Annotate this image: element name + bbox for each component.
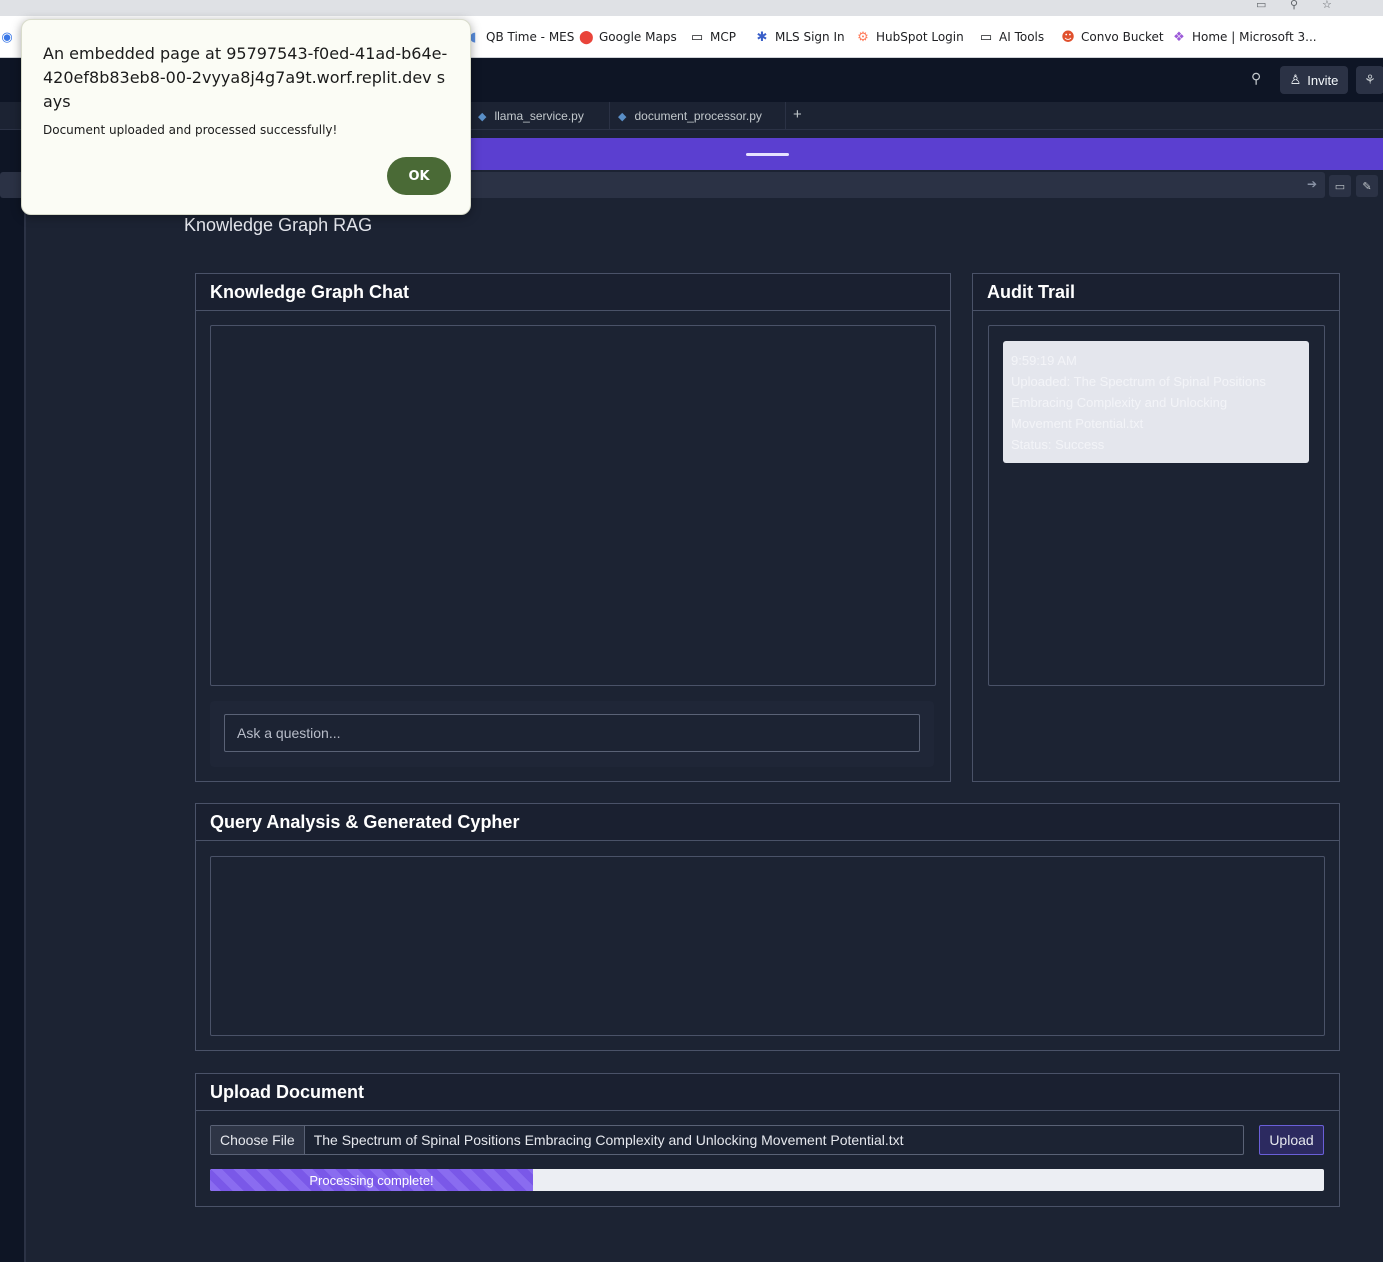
audit-time: 9:59:19 AM [1011,353,1077,368]
devtools-icon[interactable]: ✎ [1356,175,1378,197]
dialog-title: An embedded page at 95797543-f0ed-41ad-b… [43,44,448,111]
device-icon[interactable]: ▭ [1329,175,1351,197]
python-icon: ◆ [618,110,627,123]
query-panel: Query Analysis & Generated Cypher [195,803,1340,1051]
upload-panel-heading: Upload Document [196,1074,1339,1111]
new-tab-button[interactable]: + [793,106,802,123]
audit-panel-heading: Audit Trail [973,274,1339,311]
tab-document-processor[interactable]: ◆ document_processor.py [610,102,786,130]
ok-button[interactable]: OK [387,157,451,195]
file-input[interactable]: Choose File The Spectrum of Spinal Posit… [210,1125,1244,1155]
selected-file-name: The Spectrum of Spinal Positions Embraci… [313,1132,904,1148]
zoom-icon[interactable]: ⚲ [1290,0,1304,11]
audit-entry: 9:59:19 AM Uploaded: The Spectrum of Spi… [1003,341,1309,463]
monitor-icon[interactable]: ▭ [1256,0,1270,11]
browser-toolbar: ▭ ⚲ ☆ [0,0,1383,16]
bookmark-hubspot[interactable]: ⚙ HubSpot Login [856,28,964,46]
python-icon: ◆ [478,110,487,123]
bookmark-qb-time[interactable]: ◖ QB Time - MES [466,28,575,46]
app-title: Knowledge Graph RAG [184,215,373,235]
progress-bar: Processing complete! [210,1169,1324,1191]
upload-panel: Upload Document Choose File The Spectrum… [195,1073,1340,1207]
folder-icon: ▭ [979,29,993,45]
question-input[interactable] [224,714,920,752]
bookmark-mls-sign-in[interactable]: ✱ MLS Sign In [755,28,845,46]
bookmark-mcp[interactable]: ▭ MCP [690,28,736,46]
bookmark-icon: ◉ [1,29,13,45]
search-icon[interactable]: ⚲ [1251,70,1261,87]
audit-uploaded-line: Embracing Complexity and Unlocking [1011,395,1228,410]
cypher-output[interactable] [210,856,1325,1036]
drag-handle[interactable] [746,153,789,156]
bookmark-convo-bucket[interactable]: ☻ Convo Bucket [1061,28,1163,46]
dialog-message: Document uploaded and processed successf… [43,123,338,137]
microsoft-icon: ❖ [1173,29,1185,45]
bookmark-microsoft[interactable]: ❖ Home | Microsoft 3... [1172,28,1316,46]
audit-status: Status: Success [1011,437,1105,452]
chat-panel-heading: Knowledge Graph Chat [196,274,950,311]
tab-llama-service[interactable]: ◆ llama_service.py [470,102,610,130]
star-icon[interactable]: ☆ [1322,0,1336,11]
alert-dialog: An embedded page at 95797543-f0ed-41ad-b… [21,19,471,215]
chat-panel: Knowledge Graph Chat [195,273,951,782]
audit-uploaded-line: Movement Potential.txt [1011,416,1144,431]
choose-file-button[interactable]: Choose File [211,1126,305,1154]
pane-divider[interactable] [24,200,26,1262]
add-user-icon: ♙ [1289,72,1302,87]
audit-uploaded-line: Uploaded: The Spectrum of Spinal Positio… [1011,374,1266,389]
query-panel-heading: Query Analysis & Generated Cypher [196,804,1339,841]
bookmark-google-maps[interactable]: ⬤ Google Maps [579,28,677,46]
map-pin-icon: ⬤ [579,29,594,45]
folder-icon: ▭ [690,29,704,45]
convo-icon: ☻ [1061,29,1075,45]
bookmark-ai-tools[interactable]: ▭ AI Tools [979,28,1044,46]
progress-fill: Processing complete! [210,1169,534,1191]
audit-list[interactable]: 9:59:19 AM Uploaded: The Spectrum of Spi… [988,325,1325,686]
hubspot-icon: ⚙ [857,29,869,45]
chat-input-area [210,701,934,767]
left-sidebar-strip [0,130,26,1262]
chat-messages[interactable] [210,325,936,686]
audit-panel: Audit Trail 9:59:19 AM Uploaded: The Spe… [972,273,1340,782]
invite-button[interactable]: ♙ Invite [1280,66,1348,94]
deploy-icon[interactable]: ⚘ [1356,66,1383,94]
gear-icon: ✱ [756,29,768,45]
arrow-right-icon[interactable]: ➔ [1307,177,1317,191]
upload-button[interactable]: Upload [1259,1125,1324,1155]
